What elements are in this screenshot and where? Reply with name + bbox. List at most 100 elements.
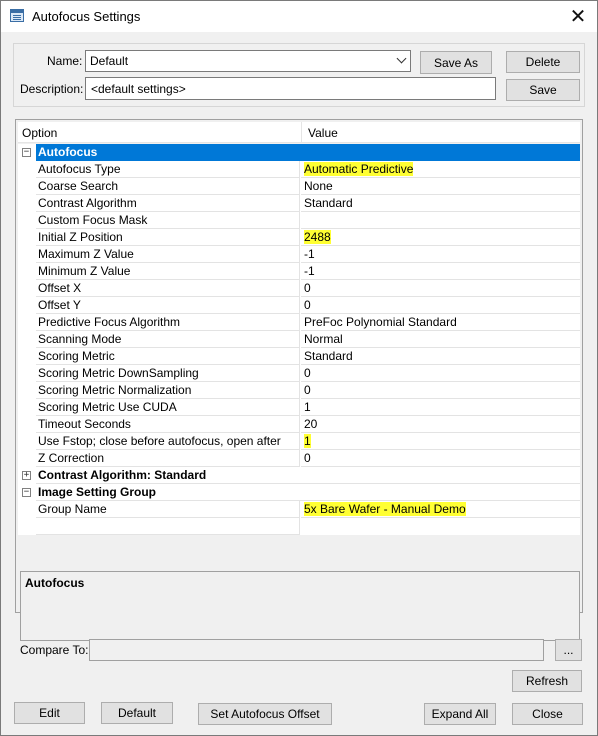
property-value-text: Standard — [304, 196, 353, 210]
row-gutter — [18, 433, 36, 450]
property-value[interactable]: 20 — [301, 416, 580, 433]
property-rows: − Autofocus Autofocus Type Automatic Pred… — [18, 144, 580, 535]
property-row[interactable]: Contrast Algorithm Standard — [18, 195, 580, 212]
collapse-icon[interactable]: − — [22, 148, 31, 157]
row-gutter — [18, 399, 36, 416]
property-value[interactable]: 0 — [301, 382, 580, 399]
property-name: Scoring Metric Use CUDA — [36, 399, 300, 416]
refresh-button[interactable]: Refresh — [512, 670, 582, 692]
save-as-button[interactable]: Save As — [420, 51, 492, 74]
default-button[interactable]: Default — [101, 702, 173, 724]
property-name: Z Correction — [36, 450, 300, 467]
row-gutter — [18, 450, 36, 467]
value-column-header: Value — [308, 126, 338, 140]
property-value[interactable]: 0 — [301, 297, 580, 314]
property-value[interactable]: 0 — [301, 280, 580, 297]
property-value[interactable]: 1 — [301, 433, 580, 450]
property-row[interactable]: Maximum Z Value -1 — [18, 246, 580, 263]
row-gutter — [18, 195, 36, 212]
property-value[interactable]: 0 — [301, 450, 580, 467]
delete-button[interactable]: Delete — [506, 51, 580, 73]
name-combobox[interactable]: Default — [85, 50, 411, 72]
property-value[interactable]: Standard — [301, 348, 580, 365]
property-value[interactable]: 1 — [301, 399, 580, 416]
expand-icon[interactable]: + — [22, 471, 31, 480]
row-gutter — [18, 263, 36, 280]
property-value-text: 1 — [304, 434, 311, 448]
property-name: Offset X — [36, 280, 300, 297]
property-value[interactable]: -1 — [301, 263, 580, 280]
property-name: Initial Z Position — [36, 229, 300, 246]
property-value[interactable]: -1 — [301, 246, 580, 263]
row-gutter — [18, 382, 36, 399]
property-value[interactable]: Automatic Predictive — [301, 161, 580, 178]
property-row[interactable]: Scanning Mode Normal — [18, 331, 580, 348]
property-row[interactable]: Offset X 0 — [18, 280, 580, 297]
property-value[interactable]: PreFoc Polynomial Standard — [301, 314, 580, 331]
category-contrast-algorithm[interactable]: + Contrast Algorithm: Standard — [18, 467, 580, 484]
close-window-icon[interactable]: ✕ — [565, 4, 591, 28]
property-value-text: 0 — [304, 366, 311, 380]
category-contrast-algorithm-label: Contrast Algorithm: Standard — [36, 467, 580, 484]
browse-button[interactable]: ... — [555, 639, 582, 661]
property-row[interactable]: Custom Focus Mask — [18, 212, 580, 229]
description-label: Description: — [20, 82, 84, 96]
property-row[interactable]: Autofocus Type Automatic Predictive — [18, 161, 580, 178]
category-autofocus-label: Autofocus — [38, 145, 98, 159]
property-row[interactable]: Use Fstop; close before autofocus, open … — [18, 433, 580, 450]
property-value-text: Automatic Predictive — [304, 162, 414, 176]
save-button[interactable]: Save — [506, 79, 580, 101]
name-label: Name: — [47, 54, 83, 68]
property-row[interactable]: Z Correction 0 — [18, 450, 580, 467]
property-row[interactable]: Coarse Search None — [18, 178, 580, 195]
property-row[interactable]: Offset Y 0 — [18, 297, 580, 314]
autofocus-property-list: Autofocus Type Automatic Predictive Coarse… — [18, 161, 580, 467]
property-row[interactable]: Minimum Z Value -1 — [18, 263, 580, 280]
category-image-setting-group[interactable]: − Image Setting Group — [18, 484, 580, 501]
property-row[interactable]: Scoring Metric Use CUDA 1 — [18, 399, 580, 416]
image-setting-property-list: Group Name 5x Bare Wafer - Manual Demo — [18, 501, 580, 518]
name-combobox-value: Default — [90, 54, 129, 68]
property-row[interactable]: Timeout Seconds 20 — [18, 416, 580, 433]
property-value-text: -1 — [304, 264, 315, 278]
property-row[interactable]: Predictive Focus Algorithm PreFoc Polynom… — [18, 314, 580, 331]
property-value[interactable]: 2488 — [301, 229, 580, 246]
empty-row-name — [36, 518, 300, 535]
property-row[interactable]: Initial Z Position 2488 — [18, 229, 580, 246]
property-value[interactable] — [301, 212, 580, 229]
empty-row-value — [301, 518, 580, 535]
row-gutter — [18, 161, 36, 178]
property-name: Scoring Metric DownSampling — [36, 365, 300, 382]
category-autofocus[interactable]: − Autofocus — [18, 144, 580, 161]
row-gutter — [18, 416, 36, 433]
property-value[interactable]: 0 — [301, 365, 580, 382]
property-name: Contrast Algorithm — [36, 195, 300, 212]
row-gutter — [18, 280, 36, 297]
description-field-value: <default settings> — [91, 82, 186, 96]
property-row[interactable]: Scoring Metric DownSampling 0 — [18, 365, 580, 382]
expand-all-button[interactable]: Expand All — [424, 703, 496, 725]
collapse-icon[interactable]: − — [22, 488, 31, 497]
property-value[interactable]: Standard — [301, 195, 580, 212]
option-column-header: Option — [22, 126, 58, 140]
property-row[interactable]: Scoring Metric Standard — [18, 348, 580, 365]
property-name: Timeout Seconds — [36, 416, 300, 433]
row-gutter — [18, 314, 36, 331]
property-row[interactable]: Scoring Metric Normalization 0 — [18, 382, 580, 399]
property-row[interactable]: Group Name 5x Bare Wafer - Manual Demo — [18, 501, 580, 518]
set-autofocus-offset-button[interactable]: Set Autofocus Offset — [198, 703, 332, 725]
property-name: Use Fstop; close before autofocus, open … — [36, 433, 300, 450]
property-value-text: 0 — [304, 298, 311, 312]
property-value[interactable]: 5x Bare Wafer - Manual Demo — [301, 501, 580, 518]
property-name: Scanning Mode — [36, 331, 300, 348]
row-gutter — [18, 246, 36, 263]
edit-button[interactable]: Edit — [14, 702, 85, 724]
compare-to-field[interactable] — [89, 639, 544, 661]
property-value-text: 0 — [304, 383, 311, 397]
description-field[interactable]: <default settings> — [85, 77, 496, 100]
close-button[interactable]: Close — [512, 703, 583, 725]
property-value[interactable]: Normal — [301, 331, 580, 348]
property-value[interactable]: None — [301, 178, 580, 195]
chevron-down-icon[interactable] — [396, 53, 407, 64]
column-separator — [301, 122, 302, 143]
